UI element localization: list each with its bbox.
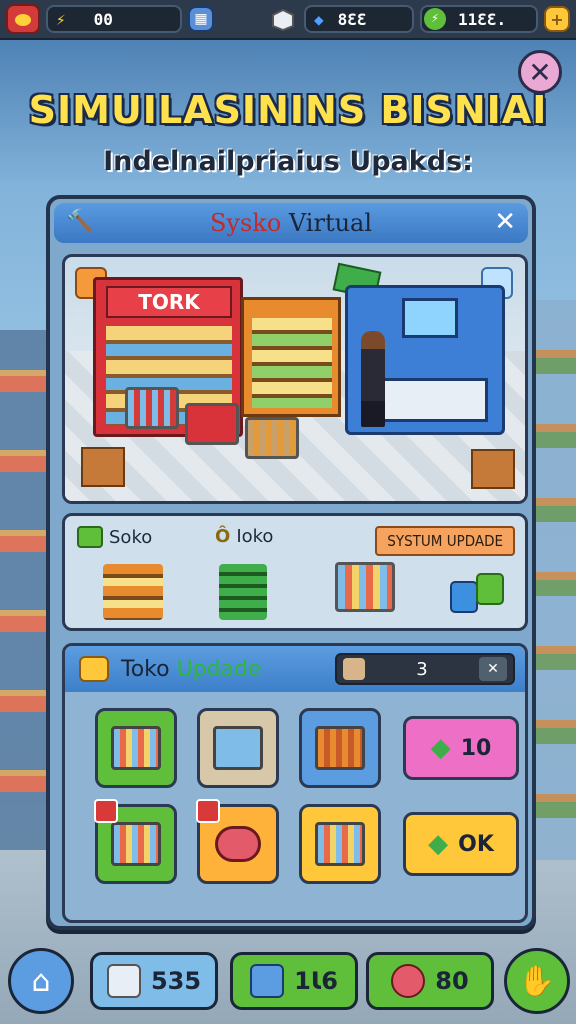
bottom-bar: ⌂ 535 1Ɩ6 80 ✋ (0, 938, 576, 1024)
tools-icon (250, 964, 285, 998)
ruby-icon (391, 964, 426, 998)
green-box-icon (77, 526, 103, 548)
cart-icon (111, 822, 161, 866)
upgrade-tile-cart-green-2[interactable] (94, 799, 177, 884)
plus-icon[interactable]: + (544, 6, 570, 32)
upgrade-tile-tape[interactable] (196, 799, 279, 884)
home-icon: ⌂ (31, 963, 51, 999)
hammer-icon[interactable]: 🔨 (66, 209, 96, 237)
orange-store-shelves (252, 318, 332, 408)
green-gem-icon: ◆ (430, 733, 451, 763)
vending-machine-icon (219, 564, 267, 620)
cart-icon (335, 562, 395, 612)
energy-counter: ⚡ 11ƐƐ. (420, 5, 538, 33)
cart-icon (111, 726, 161, 770)
toko-counter-value: 3 (416, 658, 428, 680)
category-ioko[interactable]: Ô Ioko (215, 526, 325, 626)
ruby-value: 80 (435, 967, 469, 995)
panel-header: 🔨 Sysko Virtual ✕ (54, 203, 528, 243)
resource-button-boxes[interactable]: 535 (90, 952, 218, 1010)
main-panel: 🔨 Sysko Virtual ✕ TORK Soko Ô Ioko SYSTU… (46, 195, 536, 930)
panel-title-b: Virtual (281, 209, 373, 237)
coin-icon: Ô (215, 526, 231, 547)
close-button[interactable]: ✕ (518, 50, 562, 94)
toko-title-b: Updade (176, 656, 262, 682)
background-shelf-left (0, 330, 48, 850)
system-update-button[interactable]: SYSTUM UPDADE (375, 526, 515, 556)
boxes-value: 535 (150, 967, 202, 995)
green-leaf-icon: ◆ (428, 829, 449, 859)
toko-title-a: Toko (121, 656, 177, 682)
upgrade-tile-cart-yellow[interactable] (299, 804, 381, 884)
crate-icon (471, 449, 515, 489)
tools-value: 1Ɩ6 (294, 967, 338, 995)
close-icon: ✕ (528, 55, 552, 89)
green-energy-icon: ⚡ (424, 8, 446, 30)
gold-box-icon (79, 656, 109, 682)
ok-tile-value: OK (458, 831, 494, 857)
home-button[interactable]: ⌂ (8, 948, 74, 1014)
cart-icon (185, 403, 239, 445)
category-strip: Soko Ô Ioko SYSTUM UPDADE (62, 513, 528, 631)
store-scene: TORK (62, 254, 528, 504)
toko-update-panel: Toko Updade 3 ✕ ◆ 10 ◆ OK (62, 643, 528, 923)
badge-icon (94, 799, 118, 823)
upgrade-tile-cart-green[interactable] (95, 708, 177, 788)
cart-icon (315, 726, 365, 770)
energy-value: 11ƐƐ. (458, 9, 507, 29)
upgrade-tile-kiosk[interactable] (197, 708, 279, 788)
badge-icon (196, 799, 220, 823)
hand-icon: ✋ (518, 963, 556, 999)
tape-icon (215, 826, 261, 862)
shopkeeper-icon (361, 331, 385, 427)
avatar (343, 658, 365, 680)
category-ioko-text: Ioko (236, 526, 274, 547)
toko-counter: 3 ✕ (335, 653, 515, 685)
computer-screen-icon (402, 298, 458, 338)
resource-button-tools[interactable]: 1Ɩ6 (230, 952, 358, 1010)
category-ioko-label: Ô Ioko (215, 526, 325, 547)
resource-button-ruby[interactable]: 80 (366, 952, 494, 1010)
category-soko-label: Soko (77, 526, 187, 548)
lightning-icon: ⚡ (56, 9, 66, 29)
gem-value: 8ƐƐ (337, 9, 367, 29)
game-title: SIMUILASININS BISNIAI (28, 88, 548, 132)
orange-store[interactable] (241, 297, 341, 417)
box-icon[interactable] (268, 4, 298, 34)
game-subtitle: Indelnailpriaius Upakds: (103, 146, 473, 177)
store-counter (368, 378, 488, 422)
crate-icon (106, 964, 141, 998)
shelf-icon (103, 564, 163, 620)
toko-title: Toko Updade (121, 657, 262, 682)
category-soko[interactable]: Soko (77, 526, 187, 626)
crate-icon (81, 447, 125, 487)
gem-counter: ◆ 8ƐƐ (304, 5, 414, 33)
toko-header: Toko Updade 3 ✕ (65, 646, 525, 692)
upgrade-tile-cart-blue[interactable] (299, 708, 381, 788)
toko-counter-close[interactable]: ✕ (479, 657, 507, 681)
calculator-icon[interactable]: ▦ (188, 6, 214, 32)
upgrade-tile-pink[interactable]: ◆ 10 (403, 716, 519, 780)
panel-close-icon[interactable]: ✕ (494, 207, 516, 237)
paint-cans-icon (449, 570, 505, 614)
top-resource-bar: ⚡ 00 ▦ ◆ 8ƐƐ ⚡ 11ƐƐ. + (0, 0, 576, 40)
kiosk-icon (213, 726, 263, 770)
category-soko-text: Soko (109, 526, 153, 548)
cart-icon (315, 822, 365, 866)
coin-counter: ⚡ 00 (46, 5, 182, 33)
red-store-sign: TORK (106, 286, 232, 318)
gem-icon: ◆ (314, 9, 324, 29)
coin-value: 00 (93, 9, 113, 29)
panel-title: Sysko Virtual (210, 209, 372, 237)
background-shelf-right (532, 300, 576, 860)
pink-tile-value: 10 (460, 735, 492, 761)
alarm-icon[interactable] (6, 4, 40, 34)
cart-icon (245, 417, 299, 459)
upgrade-tile-ok[interactable]: ◆ OK (403, 812, 519, 876)
cart-icon (125, 387, 179, 429)
panel-title-a: Sysko (209, 209, 282, 237)
hand-button[interactable]: ✋ (504, 948, 570, 1014)
